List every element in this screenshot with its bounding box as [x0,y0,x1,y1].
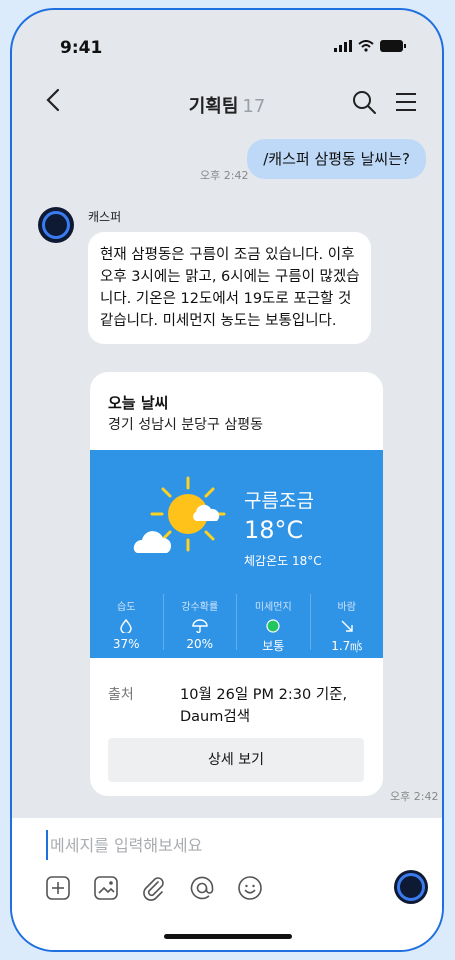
status-bar: 9:41 [12,10,442,74]
weather-location: 경기 성남시 분당구 삼평동 [108,417,264,433]
send-logo-icon [397,873,425,901]
image-icon[interactable] [92,874,120,902]
bot-message-time: 오후 2:42 [390,790,439,803]
dust-status-dot-icon [266,619,280,633]
stat-label: 강수확률 [181,602,219,613]
plus-icon[interactable] [44,874,72,902]
partly-cloudy-icon [133,476,226,553]
umbrella-icon [192,619,208,633]
stat-value: 보통 [262,639,285,653]
wifi-icon [358,40,374,52]
composer-tools [44,874,264,902]
status-time: 9:41 [60,38,103,58]
stat-humidity: 습도 37% [90,594,163,651]
emoji-icon[interactable] [236,874,264,902]
signal-icon [334,40,352,52]
stat-value: 20% [186,637,214,651]
message-input[interactable] [46,830,392,860]
home-indicator [164,934,292,939]
chat-room-name: 기획팀 [188,96,239,117]
weather-stats: 습도 37% 강수확률 20% 미세먼지 보통 바람 1.7㎧ [90,594,384,653]
weather-condition: 구름조금 [244,490,314,512]
stat-value: 1.7㎧ [331,639,363,653]
source-value: 10월 26일 PM 2:30 기준, Daum검색 [180,687,348,725]
stat-value: 37% [112,637,140,651]
source-label: 출처 [108,687,134,703]
weather-card-title: 오늘 날씨 [108,394,169,412]
stat-precipitation: 강수확률 20% [162,594,237,651]
stat-fine-dust: 미세먼지 보통 [236,594,310,653]
weather-panel: 구름조금 18°C 체감온도 18°C 습도 37% 강수확률 20% 미세먼지… [90,450,383,658]
feels-like-temperature: 체감온도 18°C [244,554,322,568]
send-button[interactable] [394,870,428,904]
chat-header: 기획팀 17 [12,74,442,130]
weather-card: 오늘 날씨 경기 성남시 분당구 삼평동 구름조금 18°C 체감온도 18°C… [90,372,383,796]
menu-icon[interactable] [392,88,420,116]
bot-avatar[interactable] [38,207,74,243]
paperclip-icon[interactable] [140,874,168,902]
stat-label: 바람 [337,602,356,613]
message-composer [12,818,442,950]
detail-view-button[interactable]: 상세 보기 [108,738,364,782]
wind-arrow-icon [341,620,353,632]
bot-logo-icon [42,211,70,239]
bot-message-bubble: 현재 삼평동은 구름이 조금 있습니다. 이후 오후 3시에는 맑고, 6시에는… [88,232,371,344]
member-count: 17 [242,96,266,117]
stat-label: 미세먼지 [254,602,292,613]
search-icon[interactable] [350,88,378,116]
at-icon[interactable] [188,874,216,902]
stat-wind: 바람 1.7㎧ [309,594,384,653]
bot-name: 캐스퍼 [88,210,122,224]
user-message-time: 오후 2:42 [200,169,249,182]
stat-label: 습도 [117,602,136,613]
droplet-icon [120,619,132,633]
system-icons [334,40,406,52]
phone-frame: 9:41 기획팀 17 오후 2:42 /캐스퍼 삼평동 날씨는? 캐스퍼 현재… [10,8,444,952]
weather-temperature: 18°C [244,516,304,544]
user-message-bubble: /캐스퍼 삼평동 날씨는? [247,139,426,179]
battery-icon [380,40,406,52]
